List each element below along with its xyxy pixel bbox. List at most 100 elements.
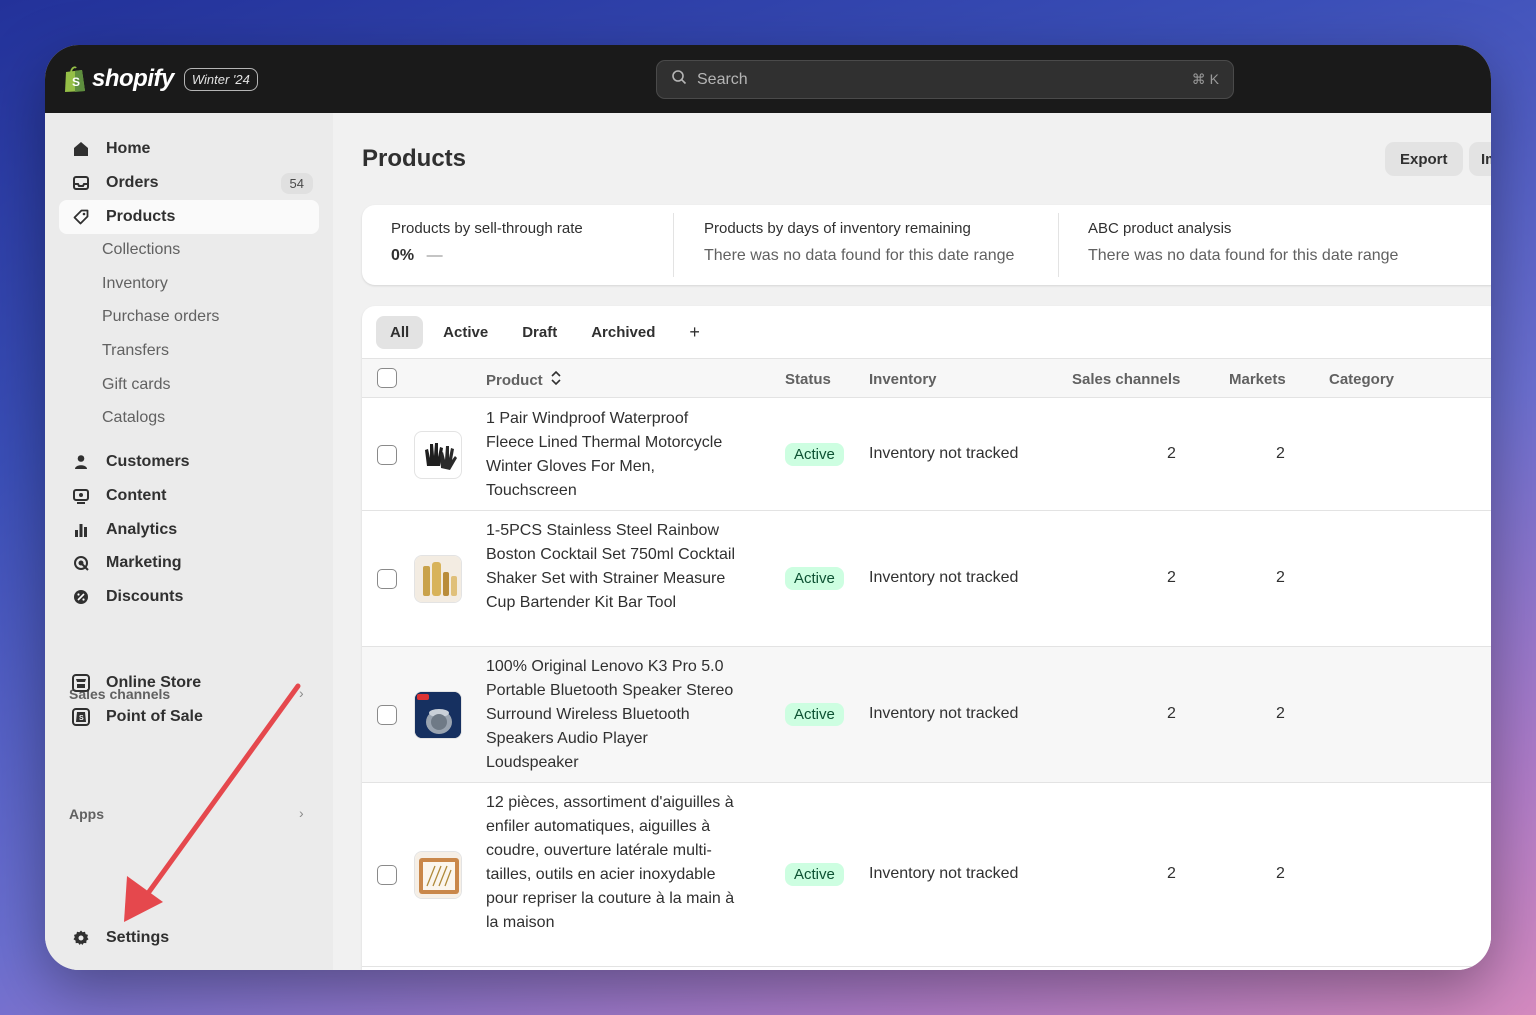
sidebar: Home Orders 54 Products Collections Inve… <box>45 113 333 970</box>
main-content: Products Export Im Products by sell-thro… <box>333 113 1491 970</box>
table-row[interactable]: 1 Pair Windproof Waterproof Fleece Lined… <box>362 399 1491 511</box>
metric-value: There was no data found for this date ra… <box>704 247 1015 264</box>
sidebar-subitem-gift-cards[interactable]: Gift cards <box>102 370 170 400</box>
search-placeholder: Search <box>697 70 748 88</box>
metric-title: ABC product analysis <box>1088 220 1232 237</box>
product-name[interactable]: 100% Original Lenovo K3 Pro 5.0 Portable… <box>486 655 736 775</box>
pos-icon: S <box>72 708 90 726</box>
sidebar-item-label: Settings <box>106 929 170 946</box>
shopify-logo[interactable]: S shopify Winter '24 <box>63 65 258 93</box>
metric-days-inventory[interactable]: Products by days of inventory remaining … <box>704 220 1014 265</box>
sidebar-item-label: Point of Sale <box>106 708 203 725</box>
search-bar[interactable]: Search ⌘ K <box>656 60 1234 99</box>
metric-value-row: 0% — <box>391 247 583 265</box>
sidebar-item-label: Online Store <box>106 674 202 691</box>
discount-icon <box>72 588 90 606</box>
sidebar-item-label: Customers <box>106 453 190 470</box>
sidebar-item-discounts[interactable]: Discounts <box>59 580 319 614</box>
sidebar-item-label: Discounts <box>106 588 184 605</box>
gear-icon <box>72 929 90 947</box>
sidebar-item-analytics[interactable]: Analytics <box>59 513 319 547</box>
inventory-status: Inventory not tracked <box>869 865 1019 882</box>
sidebar-item-orders[interactable]: Orders 54 <box>59 166 319 200</box>
sidebar-item-customers[interactable]: Customers <box>59 445 319 479</box>
row-checkbox[interactable] <box>377 865 397 885</box>
tab-draft[interactable]: Draft <box>508 316 571 349</box>
metric-title: Products by sell-through rate <box>391 220 583 237</box>
sidebar-item-label: Marketing <box>106 554 182 571</box>
sidebar-item-products[interactable]: Products <box>59 200 319 234</box>
search-icon <box>671 69 687 90</box>
top-bar: S shopify Winter '24 Search ⌘ K <box>45 45 1491 113</box>
metrics-bar: Products by sell-through rate 0% — Produ… <box>362 205 1491 285</box>
sidebar-subitem-inventory[interactable]: Inventory <box>102 269 168 299</box>
export-button[interactable]: Export <box>1385 142 1463 176</box>
inventory-status: Inventory not tracked <box>869 705 1019 722</box>
row-checkbox[interactable] <box>377 705 397 725</box>
status-badge: Active <box>785 567 844 590</box>
sidebar-subitem-catalogs[interactable]: Catalogs <box>102 403 165 433</box>
product-thumbnail-cocktail-set <box>414 555 462 603</box>
status-badge: Active <box>785 703 844 726</box>
product-thumbnail-gloves <box>414 431 462 479</box>
sales-channels-count: 2 <box>1167 445 1176 462</box>
select-all-checkbox[interactable] <box>377 368 397 388</box>
sidebar-subitem-collections[interactable]: Collections <box>102 235 180 265</box>
person-icon <box>72 453 90 471</box>
sort-icon[interactable] <box>551 370 561 389</box>
table-row[interactable]: 1-5PCS Stainless Steel Rainbow Boston Co… <box>362 511 1491 647</box>
sidebar-subitem-purchase-orders[interactable]: Purchase orders <box>102 302 219 332</box>
markets-count: 2 <box>1276 445 1285 462</box>
svg-text:S: S <box>79 715 84 722</box>
divider <box>673 213 674 277</box>
column-status[interactable]: Status <box>785 371 831 388</box>
store-icon <box>72 674 90 692</box>
product-name[interactable]: 1-5PCS Stainless Steel Rainbow Boston Co… <box>486 519 736 615</box>
sidebar-item-content[interactable]: Content <box>59 479 319 513</box>
product-name[interactable]: 12 pièces, assortiment d'aiguilles à enf… <box>486 791 736 935</box>
metric-title: Products by days of inventory remaining <box>704 220 971 237</box>
sidebar-item-point-of-sale[interactable]: S Point of Sale <box>59 700 319 734</box>
import-button[interactable]: Im <box>1469 142 1491 176</box>
column-category[interactable]: Category <box>1329 371 1394 388</box>
markets-count: 2 <box>1276 865 1285 882</box>
chevron-right-icon[interactable]: › <box>299 805 304 821</box>
column-inventory[interactable]: Inventory <box>869 371 937 388</box>
metric-trend: — <box>426 247 443 264</box>
sidebar-item-home[interactable]: Home <box>59 132 319 166</box>
metric-value: There was no data found for this date ra… <box>1088 247 1399 264</box>
sidebar-item-settings[interactable]: Settings <box>59 921 319 955</box>
table-row[interactable]: 100% Original Lenovo K3 Pro 5.0 Portable… <box>362 647 1491 783</box>
page-title: Products <box>362 145 467 172</box>
inventory-status: Inventory not tracked <box>869 569 1019 586</box>
sidebar-subitem-transfers[interactable]: Transfers <box>102 336 169 366</box>
row-checkbox[interactable] <box>377 445 397 465</box>
add-view-button[interactable]: + <box>675 318 714 347</box>
column-product[interactable]: Product <box>486 370 561 389</box>
brand-name: shopify <box>92 65 174 92</box>
metric-sell-through[interactable]: Products by sell-through rate 0% — <box>391 220 583 265</box>
row-checkbox[interactable] <box>377 569 397 589</box>
tab-archived[interactable]: Archived <box>577 316 669 349</box>
column-label: Product <box>486 372 543 389</box>
column-sales-channels[interactable]: Sales channels <box>1072 371 1180 388</box>
table-row[interactable]: 12 pièces, assortiment d'aiguilles à enf… <box>362 783 1491 967</box>
edition-badge[interactable]: Winter '24 <box>183 67 258 91</box>
metric-abc-analysis[interactable]: ABC product analysis There was no data f… <box>1088 220 1398 265</box>
product-name[interactable]: 1 Pair Windproof Waterproof Fleece Lined… <box>486 407 736 503</box>
markets-count: 2 <box>1276 705 1285 722</box>
column-markets[interactable]: Markets <box>1229 371 1286 388</box>
product-thumbnail-needles <box>414 851 462 899</box>
metric-value: 0% <box>391 247 415 264</box>
sidebar-item-label: Home <box>106 140 151 157</box>
tab-active[interactable]: Active <box>429 316 502 349</box>
status-badge: Active <box>785 443 844 466</box>
tab-all[interactable]: All <box>376 316 424 349</box>
app-window: S shopify Winter '24 Search ⌘ K Home Ord… <box>45 45 1491 970</box>
status-badge: Active <box>785 863 844 886</box>
sidebar-item-label: Analytics <box>106 521 178 538</box>
apps-label[interactable]: Apps <box>69 806 104 822</box>
product-thumbnail-speaker <box>414 691 462 739</box>
sidebar-item-online-store[interactable]: Online Store <box>59 666 319 700</box>
sidebar-item-marketing[interactable]: Marketing <box>59 546 319 580</box>
